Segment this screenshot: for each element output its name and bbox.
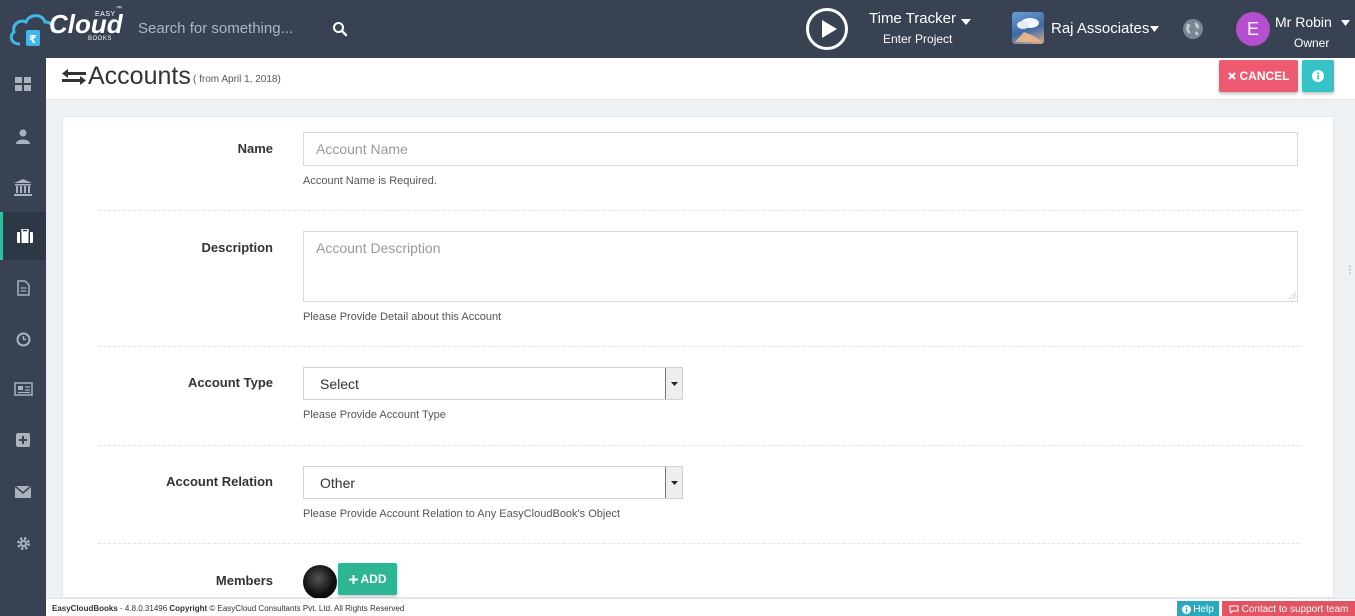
divider (98, 210, 1300, 211)
description-help: Please Provide Detail about this Account (303, 311, 502, 323)
help-button[interactable]: Help (1177, 601, 1219, 616)
time-tracker-play-button[interactable] (806, 8, 848, 50)
svg-text:₹: ₹ (29, 33, 37, 46)
company-logo[interactable] (1012, 12, 1044, 44)
user-avatar[interactable]: E (1236, 12, 1270, 46)
page-subtitle: ( from April 1, 2018) (193, 74, 281, 85)
page-title: Accounts (88, 62, 191, 90)
sidebar-item-contacts[interactable] (0, 112, 46, 160)
briefcase-icon (16, 229, 33, 243)
bank-icon (14, 178, 32, 196)
app-logo[interactable]: ₹ EASY Cloud BOOKS ™ (8, 6, 123, 52)
select-arrow-icon[interactable] (665, 467, 682, 498)
clock-icon (16, 332, 30, 346)
account-relation-value: Other (320, 474, 356, 491)
account-form: Name Account Name Account Name is Requir… (62, 116, 1334, 599)
account-type-select[interactable]: Select (303, 367, 683, 400)
sidebar-item-dashboard[interactable] (0, 60, 46, 108)
sidebar-item-add[interactable] (0, 416, 46, 464)
globe-icon[interactable] (1182, 18, 1204, 40)
help-label: Help (1193, 603, 1214, 615)
description-label: Description (201, 240, 273, 255)
name-label: Name (237, 141, 273, 156)
dashboard-icon (15, 77, 31, 91)
cancel-button[interactable]: CANCEL (1219, 60, 1298, 92)
newspaper-icon (13, 382, 33, 396)
plus-icon (348, 574, 358, 584)
sidebar-item-time[interactable] (0, 315, 46, 363)
gear-icon (16, 536, 30, 550)
account-relation-select[interactable]: Other (303, 466, 683, 499)
user-name[interactable]: Mr Robin (1275, 14, 1332, 30)
logo-cloud-text: Cloud (49, 9, 123, 39)
sidebar-item-documents[interactable] (0, 264, 46, 312)
divider (98, 543, 1300, 544)
cloud-hand-icon (1015, 18, 1042, 42)
account-name-input[interactable]: Account Name (303, 132, 1298, 166)
name-help: Account Name is Required. (303, 175, 437, 187)
envelope-icon (15, 486, 31, 498)
footer-version: - 4.8.0.31496 (117, 604, 170, 613)
footer-copyright-text: © EasyCloud Consultants Pvt. Ltd. All Ri… (207, 604, 405, 613)
main-content: Accounts ( from April 1, 2018) CANCEL Na… (46, 58, 1355, 599)
user-icon (16, 129, 30, 144)
chevron-down-icon[interactable] (961, 19, 971, 25)
chevron-down-icon[interactable] (1150, 26, 1159, 32)
exchange-icon (62, 69, 86, 85)
footer-app-name: EasyCloudBooks (52, 604, 118, 613)
user-role: Owner (1294, 36, 1330, 50)
add-member-label: ADD (360, 572, 387, 586)
support-label: Contact to support team (1241, 603, 1349, 615)
time-tracker-title[interactable]: Time Tracker (869, 10, 956, 27)
account-relation-label: Account Relation (166, 474, 273, 489)
contact-support-button[interactable]: Contact to support team (1222, 601, 1355, 616)
account-description-textarea[interactable]: Account Description (303, 231, 1298, 302)
info-icon (1312, 70, 1324, 82)
top-bar: ₹ EASY Cloud BOOKS ™ Search for somethin… (0, 0, 1355, 58)
time-tracker-project[interactable]: Enter Project (883, 32, 952, 46)
logo-tm-text: ™ (116, 6, 122, 12)
info-icon (1182, 604, 1192, 614)
document-icon (16, 280, 30, 296)
chevron-down-icon[interactable] (1341, 20, 1350, 26)
sidebar-item-banking[interactable] (0, 163, 46, 211)
sidebar-item-settings[interactable] (0, 519, 46, 567)
add-member-button[interactable]: ADD (338, 563, 397, 595)
page-header: Accounts ( from April 1, 2018) CANCEL (46, 58, 1355, 100)
sidebar (0, 58, 46, 616)
account-relation-help: Please Provide Account Relation to Any E… (303, 508, 621, 520)
close-icon (1227, 72, 1236, 80)
play-icon (822, 20, 837, 38)
members-label: Members (215, 573, 273, 588)
footer-copyright-label: Copyright (169, 604, 208, 613)
cancel-button-label: CANCEL (1239, 69, 1290, 83)
account-type-help: Please Provide Account Type (303, 409, 446, 421)
scroll-edge-marker: ⋮ (1345, 265, 1355, 276)
footer: EasyCloudBooks - 4.8.0.31496 Copyright ©… (46, 598, 1355, 616)
company-selector[interactable]: Raj Associates (1051, 20, 1149, 37)
info-button[interactable] (1302, 60, 1334, 92)
sidebar-item-mail[interactable] (0, 468, 46, 516)
divider (98, 445, 1300, 446)
plus-square-icon (16, 433, 30, 447)
resize-handle-icon[interactable] (1289, 292, 1296, 299)
footer-credits: EasyCloudBooks - 4.8.0.31496 Copyright ©… (52, 604, 404, 613)
search-icon[interactable] (332, 21, 348, 37)
comment-icon (1229, 605, 1239, 614)
logo-books-text: BOOKS (88, 36, 112, 42)
account-type-label: Account Type (188, 375, 273, 390)
search-input[interactable]: Search for something... (138, 20, 293, 37)
sidebar-item-reports[interactable] (0, 365, 46, 413)
sidebar-item-accounts[interactable] (0, 212, 46, 260)
divider (98, 346, 1300, 347)
account-type-value: Select (320, 375, 359, 392)
select-arrow-icon[interactable] (665, 368, 682, 399)
member-avatar[interactable] (303, 565, 337, 599)
